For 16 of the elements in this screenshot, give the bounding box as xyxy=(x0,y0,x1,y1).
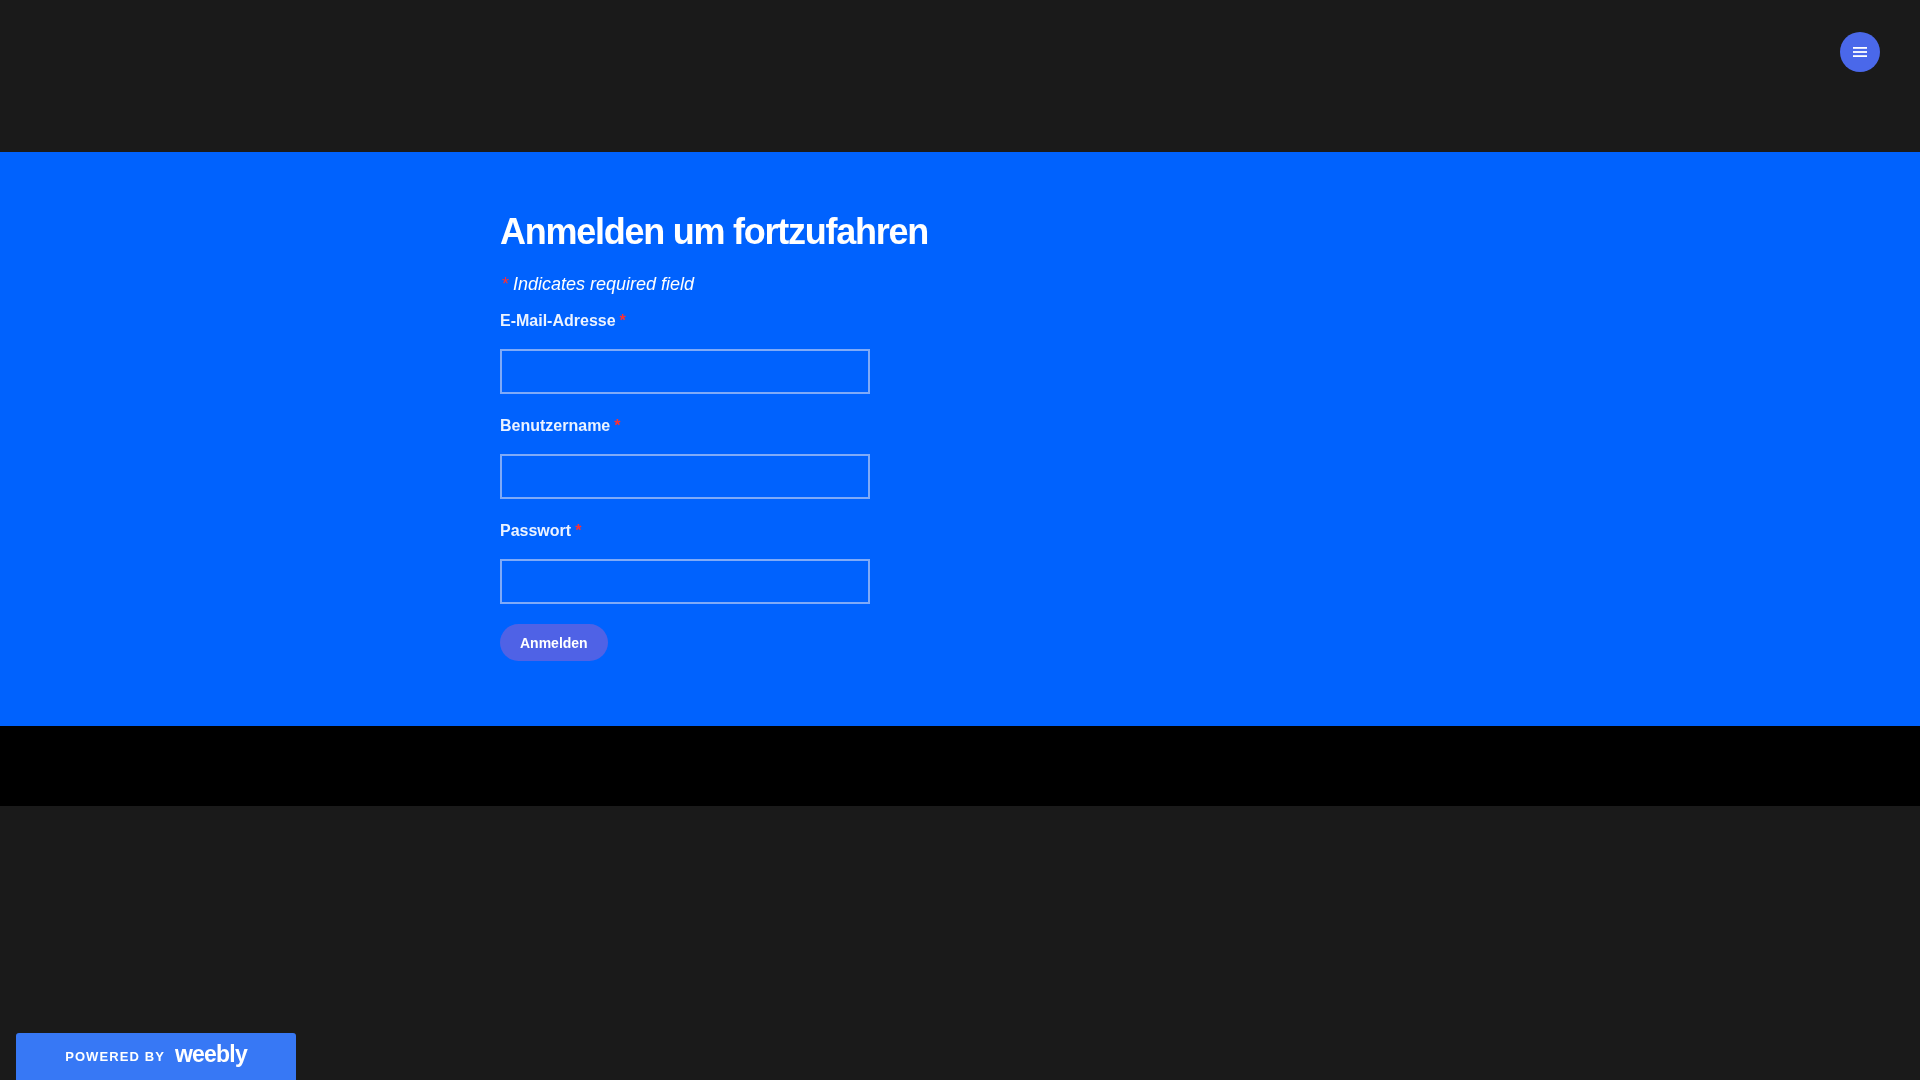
field-label: Benutzername xyxy=(500,416,611,436)
required-asterisk: * xyxy=(575,521,582,541)
required-asterisk: * xyxy=(502,273,509,296)
submit-button[interactable]: Anmelden xyxy=(500,624,608,661)
menu-button[interactable] xyxy=(1840,32,1880,72)
field-label: E-Mail-Adresse xyxy=(500,311,616,331)
powered-by-link[interactable]: POWERED BY weebly xyxy=(16,1033,296,1080)
required-field-note: Indicates required field xyxy=(513,273,695,296)
input-field[interactable] xyxy=(500,349,870,394)
required-asterisk: * xyxy=(619,311,626,331)
menu-icon xyxy=(1853,47,1867,57)
input-field[interactable] xyxy=(500,454,870,499)
input-field[interactable] xyxy=(500,559,870,604)
field-label: Passwort xyxy=(500,521,572,541)
required-asterisk: * xyxy=(614,416,621,436)
form-title: Anmelden um fortzufahren xyxy=(500,210,928,254)
